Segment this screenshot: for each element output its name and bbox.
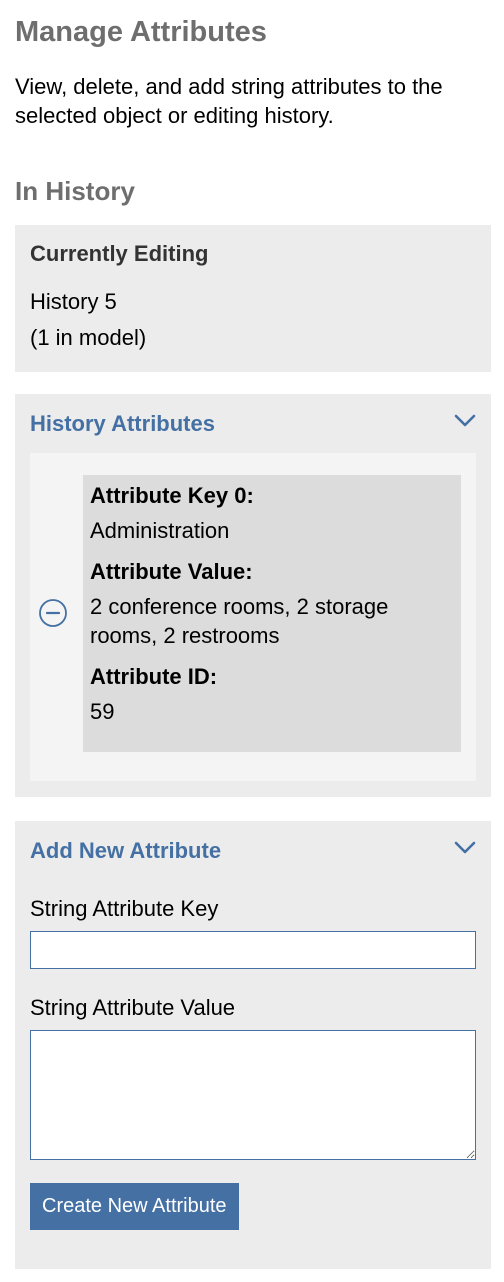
create-new-attribute-button[interactable]: Create New Attribute [30,1183,239,1230]
attribute-id-value: 59 [90,699,115,724]
attribute-value-field-label: String Attribute Value [30,995,236,1020]
attribute-value-textarea[interactable] [30,1030,476,1160]
page-title: Manage Attributes [15,16,267,48]
history-name: History 5 [30,289,117,314]
attribute-key-input[interactable] [30,931,476,969]
currently-editing-heading: Currently Editing [30,241,209,266]
attribute-value-text: 2 conference rooms, 2 storage rooms, 2 r… [90,594,389,648]
history-attributes-panel: History Attributes Attribute Key 0: Admi… [15,394,491,797]
attribute-key-label: Attribute Key 0: [90,483,254,508]
add-new-attribute-panel: Add New Attribute String Attribute Key S… [15,821,491,1269]
minus-circle-icon[interactable] [38,598,68,628]
attribute-value-label: Attribute Value: [90,559,253,584]
history-attributes-heading: History Attributes [30,411,215,436]
history-attributes-header[interactable]: History Attributes [15,395,491,453]
chevron-down-icon[interactable] [454,413,476,429]
manage-attributes-pane: Manage Attributes View, delete, and add … [0,0,504,1269]
section-title: In History [15,176,135,206]
history-model-count: (1 in model) [30,325,147,350]
attribute-list: Attribute Key 0: Administration Attribut… [30,453,476,781]
page-description: View, delete, and add string attributes … [15,74,443,128]
currently-editing-panel: Currently Editing History 5 (1 in model) [15,225,491,372]
add-new-attribute-header[interactable]: Add New Attribute [15,822,491,880]
attribute-id-label: Attribute ID: [90,664,218,689]
attribute-key-value: Administration [90,518,230,543]
attribute-key-field-label: String Attribute Key [30,896,219,921]
add-new-attribute-heading: Add New Attribute [30,838,222,863]
attribute-card: Attribute Key 0: Administration Attribut… [83,475,461,752]
add-attribute-form: String Attribute Key String Attribute Va… [15,894,491,1230]
chevron-down-icon[interactable] [454,840,476,856]
